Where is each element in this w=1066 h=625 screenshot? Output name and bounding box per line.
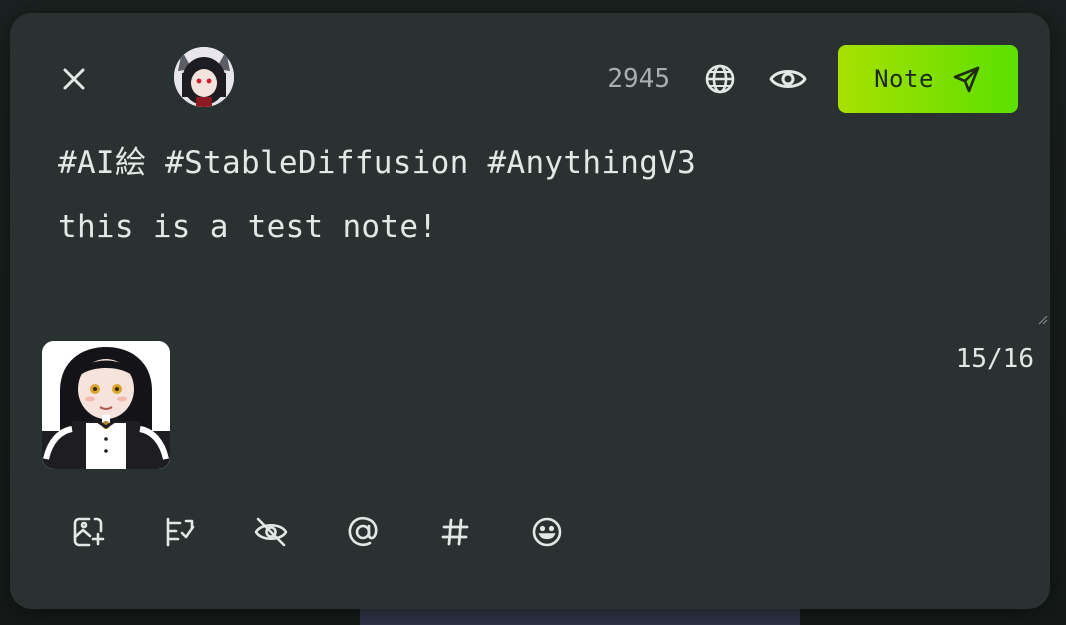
visibility-button[interactable]: [700, 59, 740, 99]
poll-button[interactable]: [158, 511, 200, 553]
eye-icon: [769, 70, 807, 88]
mention-button[interactable]: [342, 511, 384, 553]
send-icon: [953, 66, 980, 93]
note-text-line: #AI絵 #StableDiffusion #AnythingV3: [58, 145, 697, 181]
close-button[interactable]: [56, 61, 92, 97]
note-text-input[interactable]: #AI絵 #StableDiffusion #AnythingV3 this i…: [10, 131, 1050, 325]
local-only-button[interactable]: [768, 59, 808, 99]
poll-icon: [166, 517, 195, 547]
avatar-image: [174, 47, 234, 107]
post-note-label: Note: [874, 65, 934, 93]
post-form-dialog: 2945 Note #AI絵 #StableDiffusion #Anythin…: [10, 13, 1050, 609]
post-form-header: 2945 Note: [10, 13, 1050, 143]
backdrop-strip: [360, 607, 800, 625]
post-form-toolbar: [10, 503, 1050, 559]
hashtag-button[interactable]: [434, 511, 476, 553]
emoji-button[interactable]: [526, 511, 568, 553]
emoji-icon: [532, 517, 562, 547]
remaining-chars-counter: 2945: [607, 64, 670, 94]
hashtag-icon: [441, 518, 469, 546]
close-icon: [63, 68, 85, 90]
attachment-thumbnail[interactable]: [42, 341, 170, 469]
globe-icon: [705, 64, 735, 94]
attachment-count: 15/16: [955, 344, 1034, 374]
hide-content-icon: [254, 517, 288, 547]
post-note-button[interactable]: Note: [838, 45, 1018, 113]
mention-icon: [348, 516, 378, 547]
note-text-line: this is a test note!: [58, 209, 438, 245]
attach-image-icon: [73, 517, 105, 547]
hide-content-button[interactable]: [250, 511, 292, 553]
attach-image-button[interactable]: [67, 511, 109, 553]
avatar[interactable]: [174, 47, 234, 107]
attachment-image: [42, 341, 170, 469]
resize-grip-icon[interactable]: [1038, 315, 1048, 325]
